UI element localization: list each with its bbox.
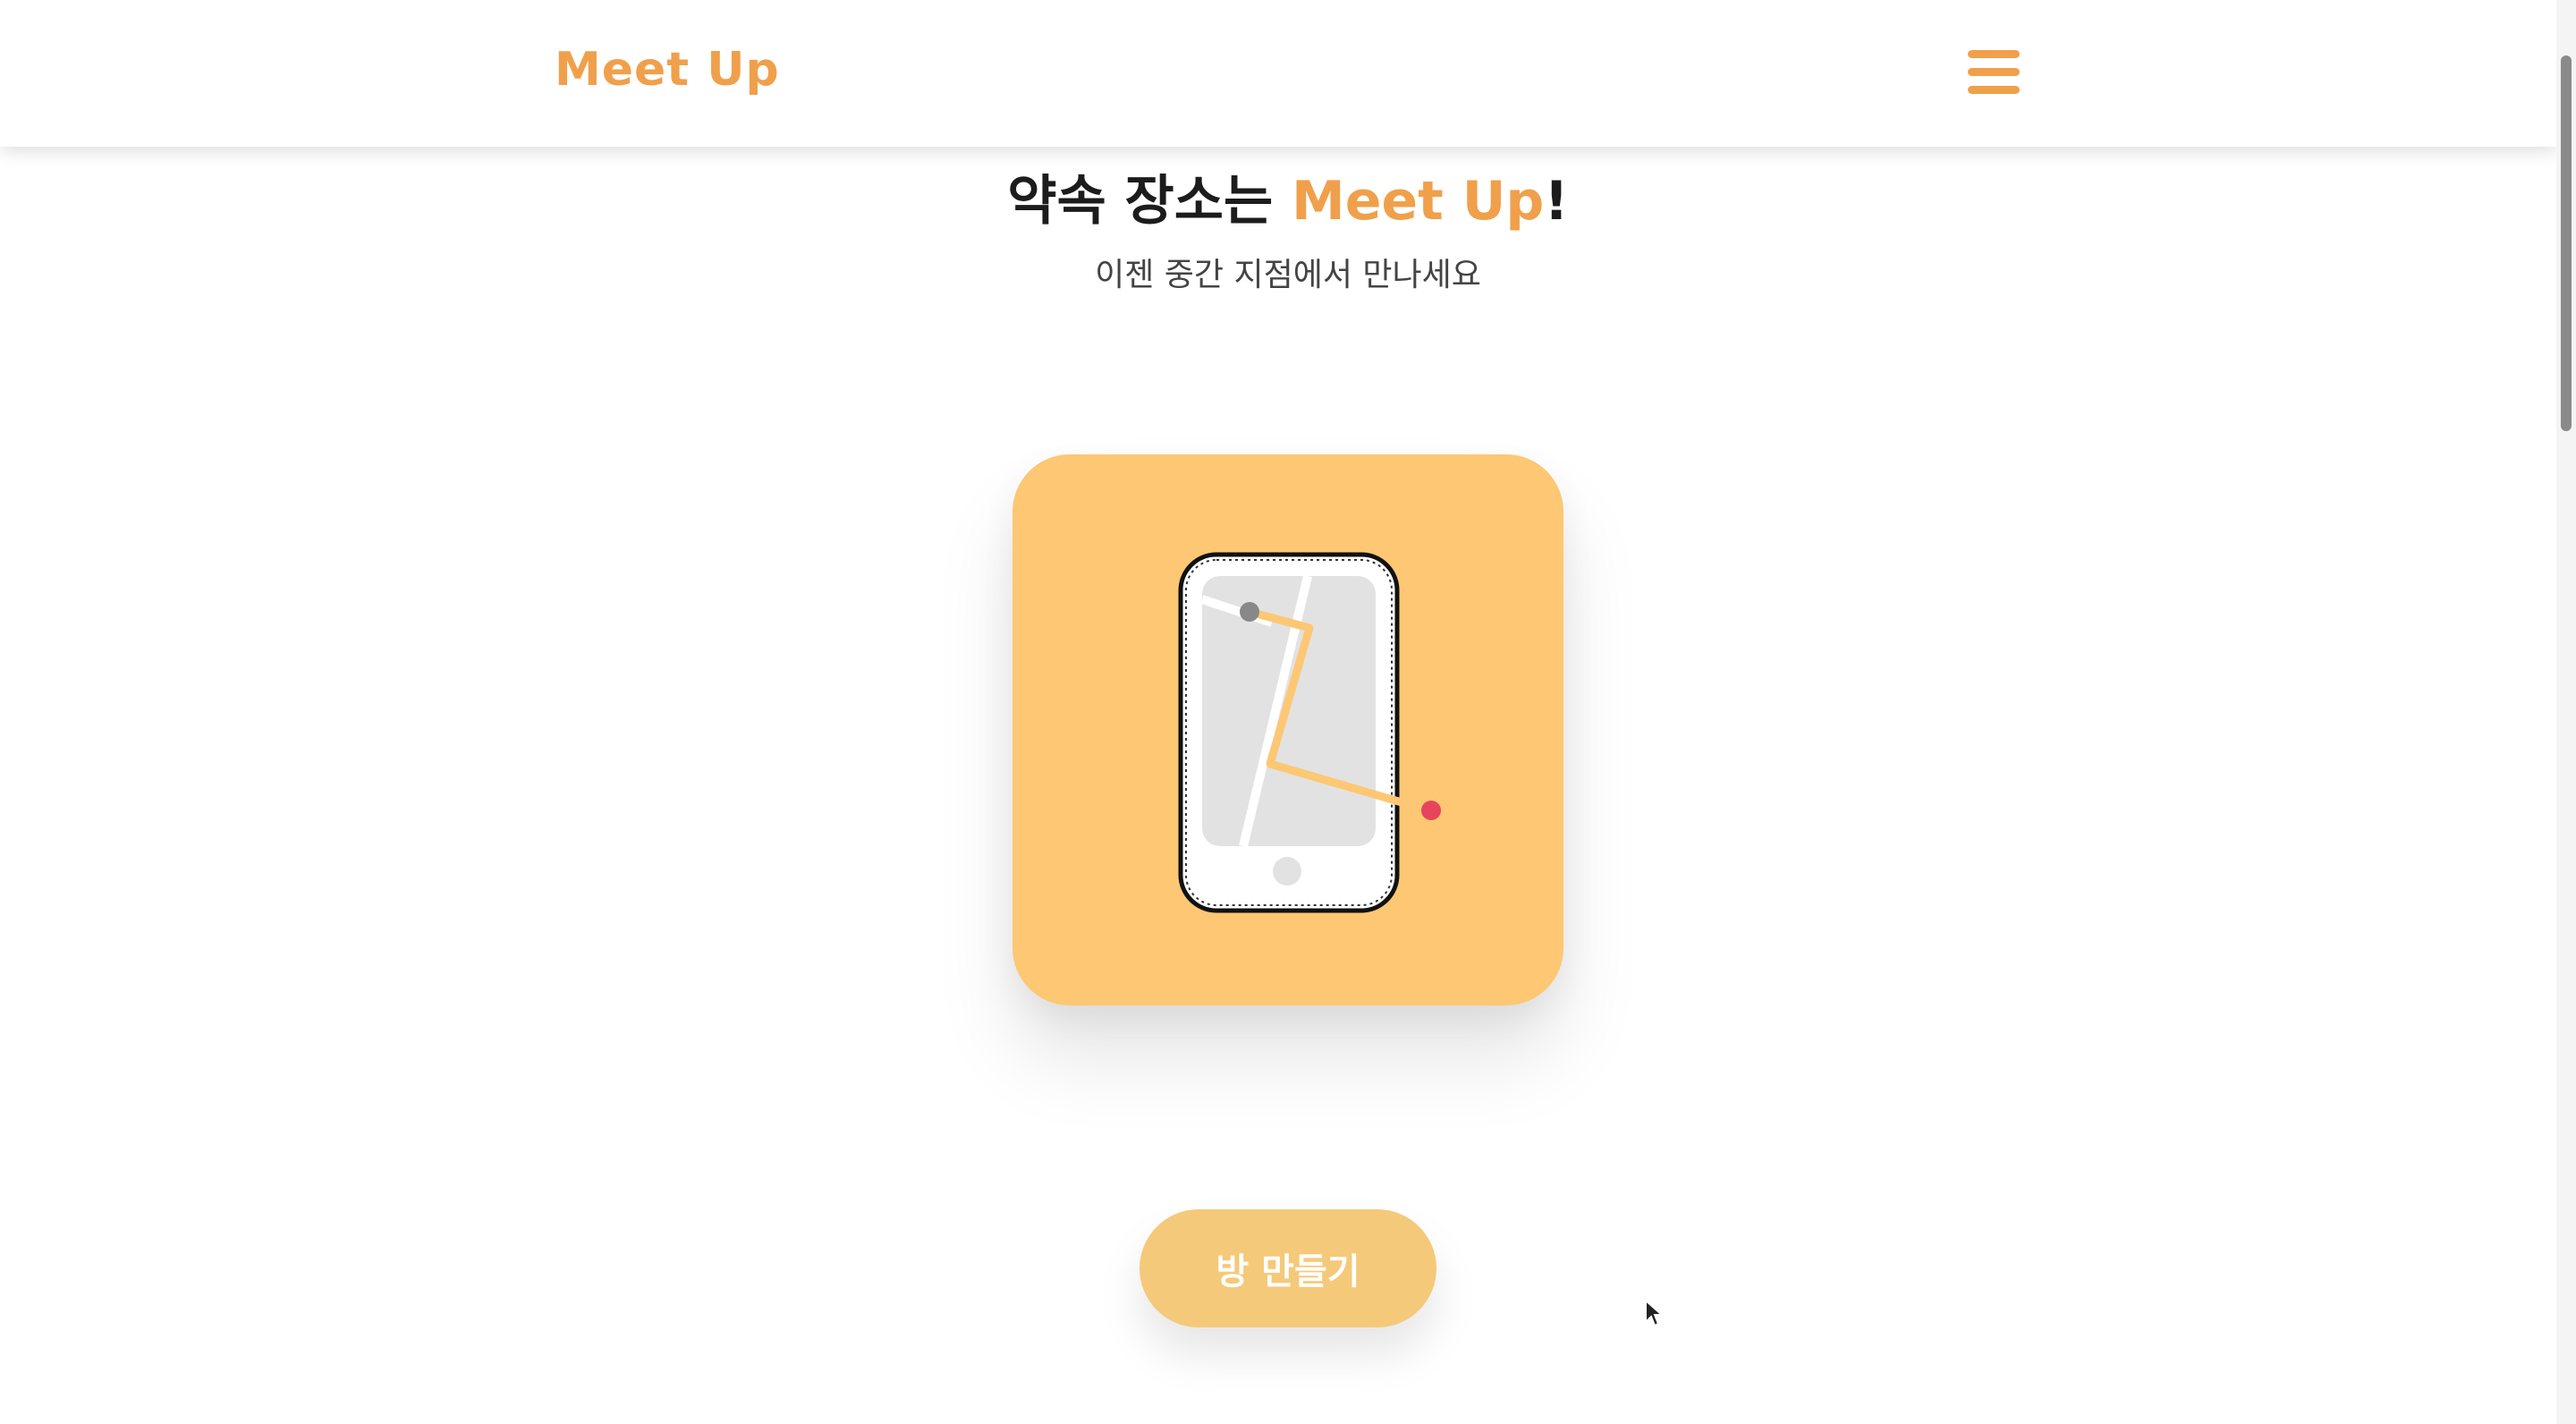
hero-title: 약속 장소는 Meet Up!: [0, 157, 2576, 235]
page: Meet Up 약속 장소는 Meet Up! 이젠 중간 지점에서 만나세요: [0, 0, 2576, 1424]
logo[interactable]: Meet Up: [555, 43, 780, 97]
vertical-scrollbar[interactable]: [2556, 0, 2576, 1424]
phone-map-route-icon: [1178, 552, 1441, 913]
scrollbar-thumb[interactable]: [2561, 55, 2572, 431]
hamburger-menu-icon[interactable]: [1968, 50, 2021, 95]
illustration-card: [1013, 454, 1563, 1005]
end-marker: [1421, 801, 1441, 820]
hero-subtitle: 이젠 중간 지점에서 만나세요: [1095, 257, 1481, 293]
start-marker: [1240, 602, 1259, 622]
hero-title-suffix: !: [1544, 170, 1569, 233]
hero-title-accent: Meet Up: [1292, 170, 1545, 233]
hero-title-prefix: 약속 장소는: [1007, 170, 1292, 233]
top-header: Meet Up: [0, 0, 2556, 147]
mouse-pointer-icon: [1645, 1299, 1665, 1327]
create-room-button[interactable]: 방 만들기: [1140, 1209, 1436, 1327]
